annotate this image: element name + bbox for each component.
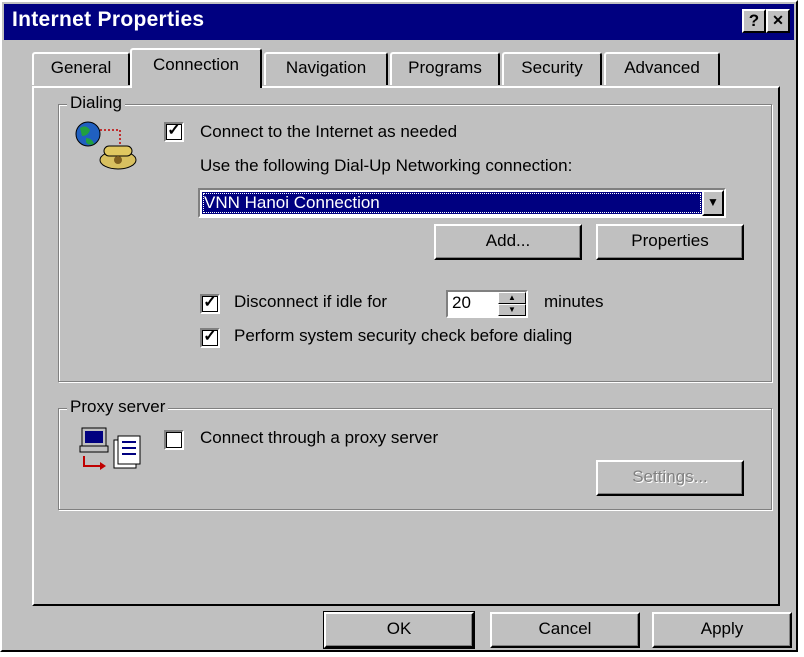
idle-minutes-spinner[interactable]: 20 ▲ ▼ <box>446 290 528 318</box>
title-bar[interactable]: Internet Properties ? ✕ <box>4 4 794 40</box>
apply-button[interactable]: Apply <box>652 612 792 648</box>
add-button[interactable]: Add... <box>434 224 582 260</box>
tab-advanced[interactable]: Advanced <box>604 52 720 85</box>
tab-security[interactable]: Security <box>502 52 602 85</box>
proxy-settings-button[interactable]: Settings... <box>596 460 744 496</box>
proxy-label: Connect through a proxy server <box>200 428 439 447</box>
chevron-down-icon[interactable]: ▼ <box>702 190 724 216</box>
tab-programs[interactable]: Programs <box>390 52 500 85</box>
connect-as-needed-checkbox[interactable]: ✓ <box>164 122 184 142</box>
spin-up-icon[interactable]: ▲ <box>498 292 526 304</box>
connection-select[interactable]: VNN Hanoi Connection ▼ <box>198 188 726 218</box>
use-connection-label: Use the following Dial-Up Networking con… <box>200 156 573 175</box>
proxy-legend: Proxy server <box>67 397 169 417</box>
minutes-label: minutes <box>544 292 604 311</box>
spin-down-icon[interactable]: ▼ <box>498 304 526 316</box>
properties-button[interactable]: Properties <box>596 224 744 260</box>
help-button[interactable]: ? <box>742 9 766 33</box>
globe-phone-icon <box>72 120 148 175</box>
security-check-label: Perform system security check before dia… <box>234 326 573 345</box>
close-button[interactable]: ✕ <box>766 9 790 33</box>
dialing-legend: Dialing <box>67 93 125 113</box>
spinner-buttons: ▲ ▼ <box>498 292 526 316</box>
connection-select-value: VNN Hanoi Connection <box>202 192 702 214</box>
tab-general[interactable]: General <box>32 52 130 85</box>
idle-minutes-value: 20 <box>452 293 471 312</box>
security-check-checkbox[interactable]: ✓ <box>200 328 220 348</box>
disconnect-idle-checkbox[interactable]: ✓ <box>200 294 220 314</box>
internet-properties-window: Internet Properties ? ✕ General Connecti… <box>0 0 798 652</box>
tab-navigation[interactable]: Navigation <box>264 52 388 85</box>
cancel-button[interactable]: Cancel <box>490 612 640 648</box>
ok-button[interactable]: OK <box>323 611 475 649</box>
tab-connection[interactable]: Connection <box>130 48 262 88</box>
disconnect-idle-label: Disconnect if idle for <box>234 292 388 311</box>
proxy-checkbox[interactable] <box>164 430 184 450</box>
window-title: Internet Properties <box>12 8 205 31</box>
computer-network-icon <box>74 426 146 479</box>
connect-as-needed-label: Connect to the Internet as needed <box>200 122 458 141</box>
